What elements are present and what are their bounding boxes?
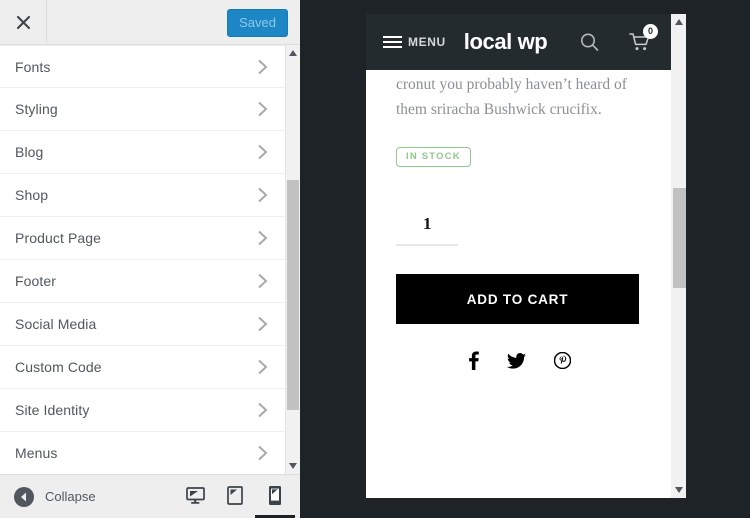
product-body: cronut you probably haven’t heard of the… — [366, 70, 671, 498]
twitter-icon[interactable] — [507, 352, 526, 369]
sidebar-item-social-media[interactable]: Social Media — [0, 303, 285, 346]
quantity-value: 1 — [423, 214, 432, 233]
panel-label: Blog — [15, 144, 44, 160]
save-button[interactable]: Saved — [227, 9, 288, 37]
cart-button[interactable]: 0 — [629, 24, 658, 52]
social-share-row — [396, 351, 641, 370]
add-to-cart-button[interactable]: ADD TO CART — [396, 274, 639, 324]
hamburger-icon — [383, 36, 402, 48]
preview-scrollbar[interactable] — [671, 14, 686, 498]
pinterest-icon[interactable] — [553, 351, 572, 370]
sidebar-item-footer[interactable]: Footer — [0, 260, 285, 303]
mobile-icon — [269, 485, 281, 505]
chevron-right-icon — [257, 230, 268, 247]
sidebar-scrollbar-thumb[interactable] — [287, 180, 299, 410]
chevron-right-icon — [257, 187, 268, 204]
panel-label: Site Identity — [15, 402, 90, 418]
panel-label: Shop — [15, 187, 49, 203]
sidebar-item-styling[interactable]: Styling — [0, 88, 285, 131]
stock-status-badge: IN STOCK — [396, 147, 471, 167]
close-icon[interactable] — [0, 0, 47, 44]
panel-label: Footer — [15, 273, 57, 289]
scroll-down-arrow-icon[interactable] — [286, 458, 300, 474]
sidebar-item-product-page[interactable]: Product Page — [0, 217, 285, 260]
sidebar-item-custom-code[interactable]: Custom Code — [0, 346, 285, 389]
desktop-icon — [185, 486, 205, 504]
mobile-preview-frame: MENU local wp 0 cronut you probably have… — [366, 14, 686, 498]
chevron-right-icon — [257, 402, 268, 419]
desktop-preview-button[interactable] — [175, 475, 215, 518]
panel-label: Product Page — [15, 230, 102, 246]
sidebar-footer: Collapse — [0, 474, 300, 518]
quantity-input[interactable]: 1 — [396, 214, 458, 246]
preview-scrollbar-thumb[interactable] — [673, 188, 686, 288]
site-logo[interactable]: local wp — [464, 29, 548, 55]
tablet-icon — [227, 485, 243, 505]
collapse-arrow-icon — [14, 486, 34, 507]
site-header: MENU local wp 0 — [366, 14, 671, 70]
chevron-right-icon — [257, 101, 268, 118]
search-icon[interactable] — [580, 33, 599, 52]
sidebar-item-blog[interactable]: Blog — [0, 131, 285, 174]
cart-count-badge: 0 — [643, 24, 658, 39]
chevron-right-icon — [257, 445, 268, 462]
device-preview-buttons — [175, 475, 295, 518]
customizer-sidebar: Saved Fonts Styling Blog Shop Product Pa… — [0, 0, 300, 518]
menu-toggle-button[interactable]: MENU — [383, 35, 446, 49]
collapse-button[interactable]: Collapse — [0, 486, 96, 507]
panel-label: Social Media — [15, 316, 97, 332]
panel-label: Styling — [15, 101, 58, 117]
panel-list: Fonts Styling Blog Shop Product Page Foo… — [0, 45, 285, 474]
chevron-right-icon — [257, 359, 268, 376]
tablet-preview-button[interactable] — [215, 475, 255, 518]
sidebar-header: Saved — [0, 0, 300, 45]
scroll-up-arrow-icon[interactable] — [671, 14, 686, 30]
product-description: cronut you probably haven’t heard of the… — [396, 76, 627, 118]
preview-area: MENU local wp 0 cronut you probably have… — [301, 0, 750, 518]
mobile-preview-button[interactable] — [255, 475, 295, 518]
panel-label: Custom Code — [15, 359, 102, 375]
sidebar-item-fonts[interactable]: Fonts — [0, 45, 285, 88]
panel-label: Menus — [15, 445, 58, 461]
chevron-right-icon — [257, 144, 268, 161]
sidebar-item-menus[interactable]: Menus — [0, 432, 285, 474]
scroll-up-arrow-icon[interactable] — [286, 45, 300, 61]
facebook-icon[interactable] — [468, 351, 479, 370]
panel-label: Fonts — [15, 58, 51, 75]
collapse-label: Collapse — [45, 489, 96, 504]
chevron-right-icon — [257, 316, 268, 333]
sidebar-item-site-identity[interactable]: Site Identity — [0, 389, 285, 432]
scroll-down-arrow-icon[interactable] — [671, 482, 686, 498]
chevron-right-icon — [257, 273, 268, 290]
chevron-right-icon — [257, 58, 268, 75]
customizer-screen: Saved Fonts Styling Blog Shop Product Pa… — [0, 0, 750, 518]
sidebar-item-shop[interactable]: Shop — [0, 174, 285, 217]
menu-label: MENU — [408, 35, 446, 49]
sidebar-scrollbar[interactable] — [285, 45, 300, 474]
